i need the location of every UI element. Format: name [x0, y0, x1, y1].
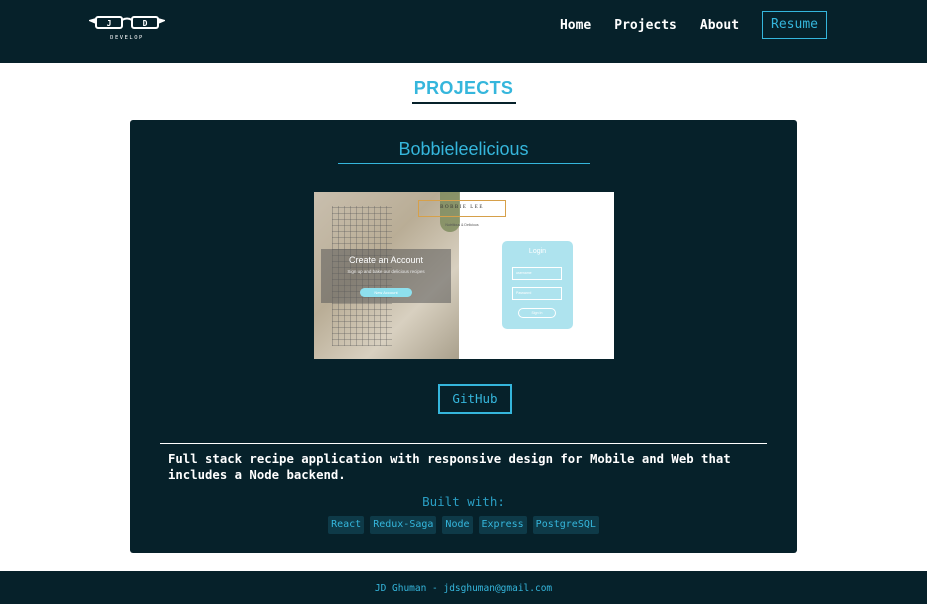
nav-about-link[interactable]: About	[700, 18, 739, 33]
screenshot-password-field: Password	[512, 287, 562, 300]
screenshot-brand-logo: BOBBIE LEE	[418, 200, 506, 217]
divider	[160, 443, 767, 444]
resume-button[interactable]: Resume	[762, 11, 827, 39]
nav-projects-link[interactable]: Projects	[614, 18, 677, 33]
screenshot-username-field: username	[512, 267, 562, 280]
project-card: Bobbieleelicious Create an Account Sign …	[130, 120, 797, 553]
logo-initial-d: D	[143, 19, 148, 28]
github-button[interactable]: GitHub	[438, 384, 512, 414]
tech-tag-redux-saga: Redux-Saga	[370, 516, 437, 534]
page-title-underline	[412, 102, 516, 104]
project-name: Bobbieleelicious	[398, 139, 529, 159]
footer: JD Ghuman - jdsghuman@gmail.com	[0, 571, 927, 604]
nav-links: Home Projects About Resume	[537, 11, 827, 39]
footer-contact: JD Ghuman - jdsghuman@gmail.com	[374, 583, 553, 594]
tech-tag-express: Express	[478, 516, 527, 534]
tech-tag-node: Node	[442, 516, 473, 534]
logo-initial-j: J	[107, 19, 112, 28]
screenshot-create-account-title: Create an Account	[348, 255, 424, 265]
screenshot-signin-button: Sign In	[518, 308, 556, 318]
project-screenshot: Create an Account Sign up and bake our d…	[314, 192, 614, 359]
tech-tag-react: React	[328, 516, 365, 534]
navbar: J D DEVELOP Home Projects About Resume	[0, 0, 927, 63]
screenshot-brand-tagline: Nutritious & Delicious	[445, 223, 479, 227]
screenshot-create-account-subtitle: Sign up and bake our delicious recipes	[347, 269, 425, 274]
logo-subtitle: DEVELOP	[110, 35, 144, 41]
tech-tag-postgresql: PostgreSQL	[532, 516, 599, 534]
page-title: PROJECTS	[413, 78, 514, 98]
project-name-underline	[338, 163, 590, 164]
screenshot-login-title: Login	[528, 248, 547, 255]
built-with-label: Built with:	[422, 494, 505, 509]
nav-home-link[interactable]: Home	[560, 18, 591, 33]
glasses-logo-icon[interactable]: J D DEVELOP	[88, 14, 166, 44]
tech-tag-list: React Redux-Saga Node Express PostgreSQL	[130, 516, 797, 534]
project-description: Full stack recipe application with respo…	[168, 452, 731, 482]
screenshot-new-account-button: New Account	[360, 288, 412, 297]
